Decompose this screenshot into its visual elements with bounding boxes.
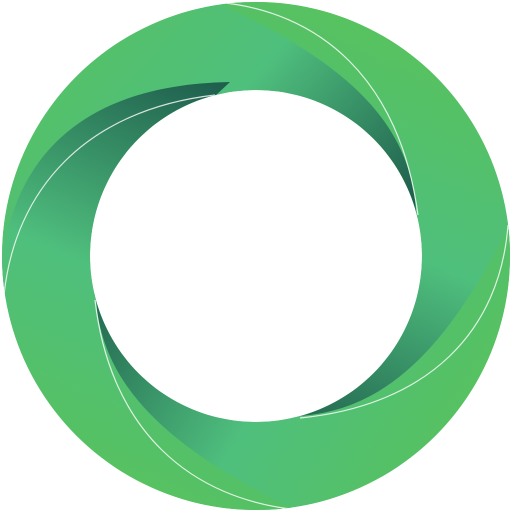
ring-group	[2, 2, 511, 510]
logo-canvas	[0, 0, 512, 512]
green-swirl-ring-logo-icon	[2, 2, 511, 510]
